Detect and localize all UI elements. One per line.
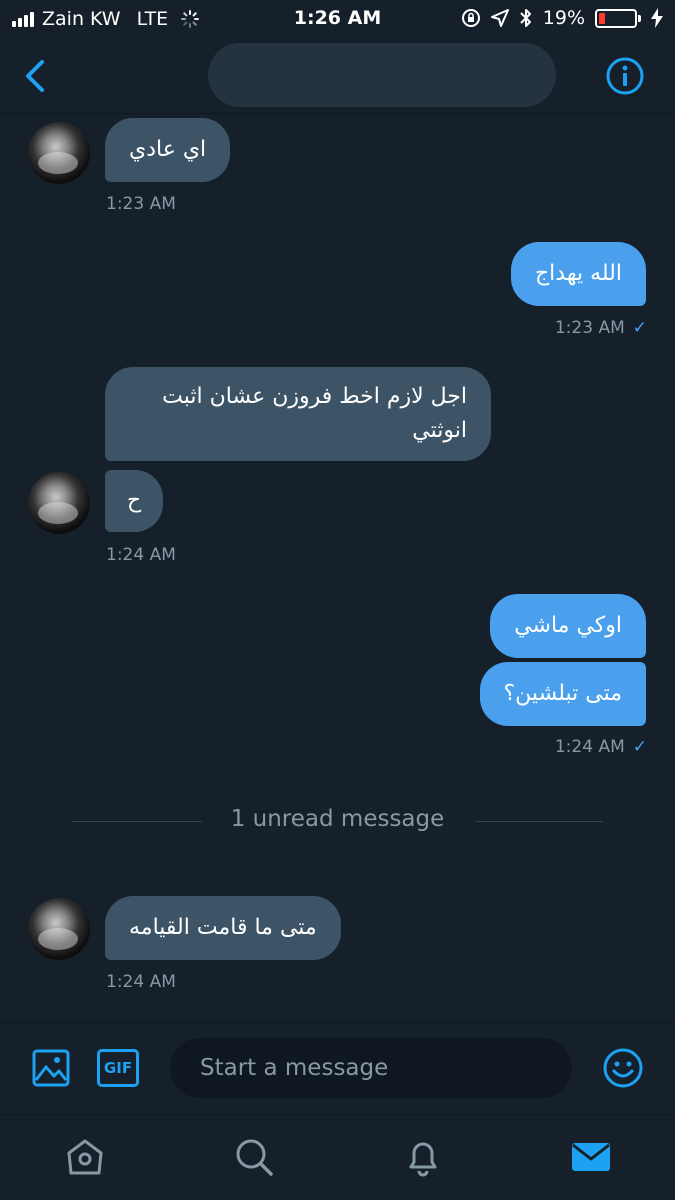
read-check-icon: ✓ [632, 318, 647, 338]
tab-search[interactable] [232, 1135, 276, 1179]
messages-icon [572, 1143, 610, 1171]
gif-icon: GIF [97, 1049, 139, 1087]
message-timestamp: 1:24 AM ✓ [555, 737, 647, 757]
emoji-button[interactable] [602, 1047, 644, 1093]
bluetooth-icon [520, 9, 531, 27]
tab-home[interactable] [63, 1135, 107, 1179]
charging-bolt-icon [651, 8, 663, 28]
status-right: 19% [461, 7, 663, 29]
unread-label: 1 unread message [230, 806, 445, 832]
gif-button[interactable]: GIF [97, 1049, 139, 1087]
chevron-left-icon [26, 60, 44, 92]
message-timestamp: 1:24 AM [106, 545, 176, 565]
location-icon [490, 9, 509, 27]
message-timestamp: 1:23 AM ✓ [555, 318, 647, 338]
message-list[interactable]: اي عادي 1:23 AM الله يهداج 1:23 AM ✓ اجل… [0, 114, 675, 1022]
message-bubble-outgoing[interactable]: الله يهداج [510, 242, 646, 306]
read-check-icon: ✓ [632, 737, 647, 757]
avatar[interactable] [28, 472, 90, 534]
status-bar: Zain KW LTE 1:26 AM 19% [0, 0, 675, 38]
notifications-icon [409, 1142, 437, 1177]
tab-messages[interactable] [569, 1135, 613, 1179]
conversation-header [0, 38, 675, 114]
message-line: اجل لازم اخط فروزن عشان اثبت [162, 384, 467, 409]
timestamp-text: 1:24 AM [554, 737, 625, 757]
search-icon [236, 1139, 273, 1176]
orientation-lock-icon [461, 9, 480, 27]
message-input[interactable] [170, 1038, 572, 1098]
unread-divider: 1 unread message [0, 804, 675, 838]
info-button[interactable] [605, 56, 645, 96]
bottom-tab-bar [0, 1114, 675, 1200]
message-line: انوثتي [412, 418, 467, 443]
message-bubble-incoming[interactable]: اي عادي [105, 118, 231, 182]
photo-button[interactable] [32, 1049, 70, 1091]
back-button[interactable] [18, 56, 54, 96]
battery-fill [599, 12, 606, 24]
image-icon [32, 1049, 70, 1087]
message-composer: GIF [0, 1022, 675, 1114]
conversation-name-redacted[interactable] [208, 43, 556, 107]
battery-icon [595, 8, 641, 28]
avatar[interactable] [28, 122, 90, 184]
gif-label: GIF [103, 1059, 133, 1077]
home-icon [67, 1139, 103, 1175]
message-bubble-outgoing[interactable]: متى تبلشين؟ [479, 662, 646, 726]
emoji-icon [603, 1048, 643, 1088]
timestamp-text: 1:23 AM [554, 318, 625, 338]
message-bubble-incoming[interactable]: متى ما قامت القيامه [105, 896, 341, 960]
tab-notifications[interactable] [401, 1135, 445, 1179]
message-timestamp: 1:24 AM [106, 972, 176, 992]
message-timestamp: 1:23 AM [106, 194, 176, 214]
info-icon [606, 57, 644, 95]
divider-line [476, 821, 603, 822]
battery-percent: 19% [542, 7, 585, 29]
avatar[interactable] [28, 898, 90, 960]
message-bubble-incoming[interactable]: ح [105, 470, 164, 532]
message-bubble-incoming[interactable]: اجل لازم اخط فروزن عشان اثبت انوثتي [105, 367, 491, 461]
message-bubble-outgoing[interactable]: اوكي ماشي [490, 594, 646, 658]
